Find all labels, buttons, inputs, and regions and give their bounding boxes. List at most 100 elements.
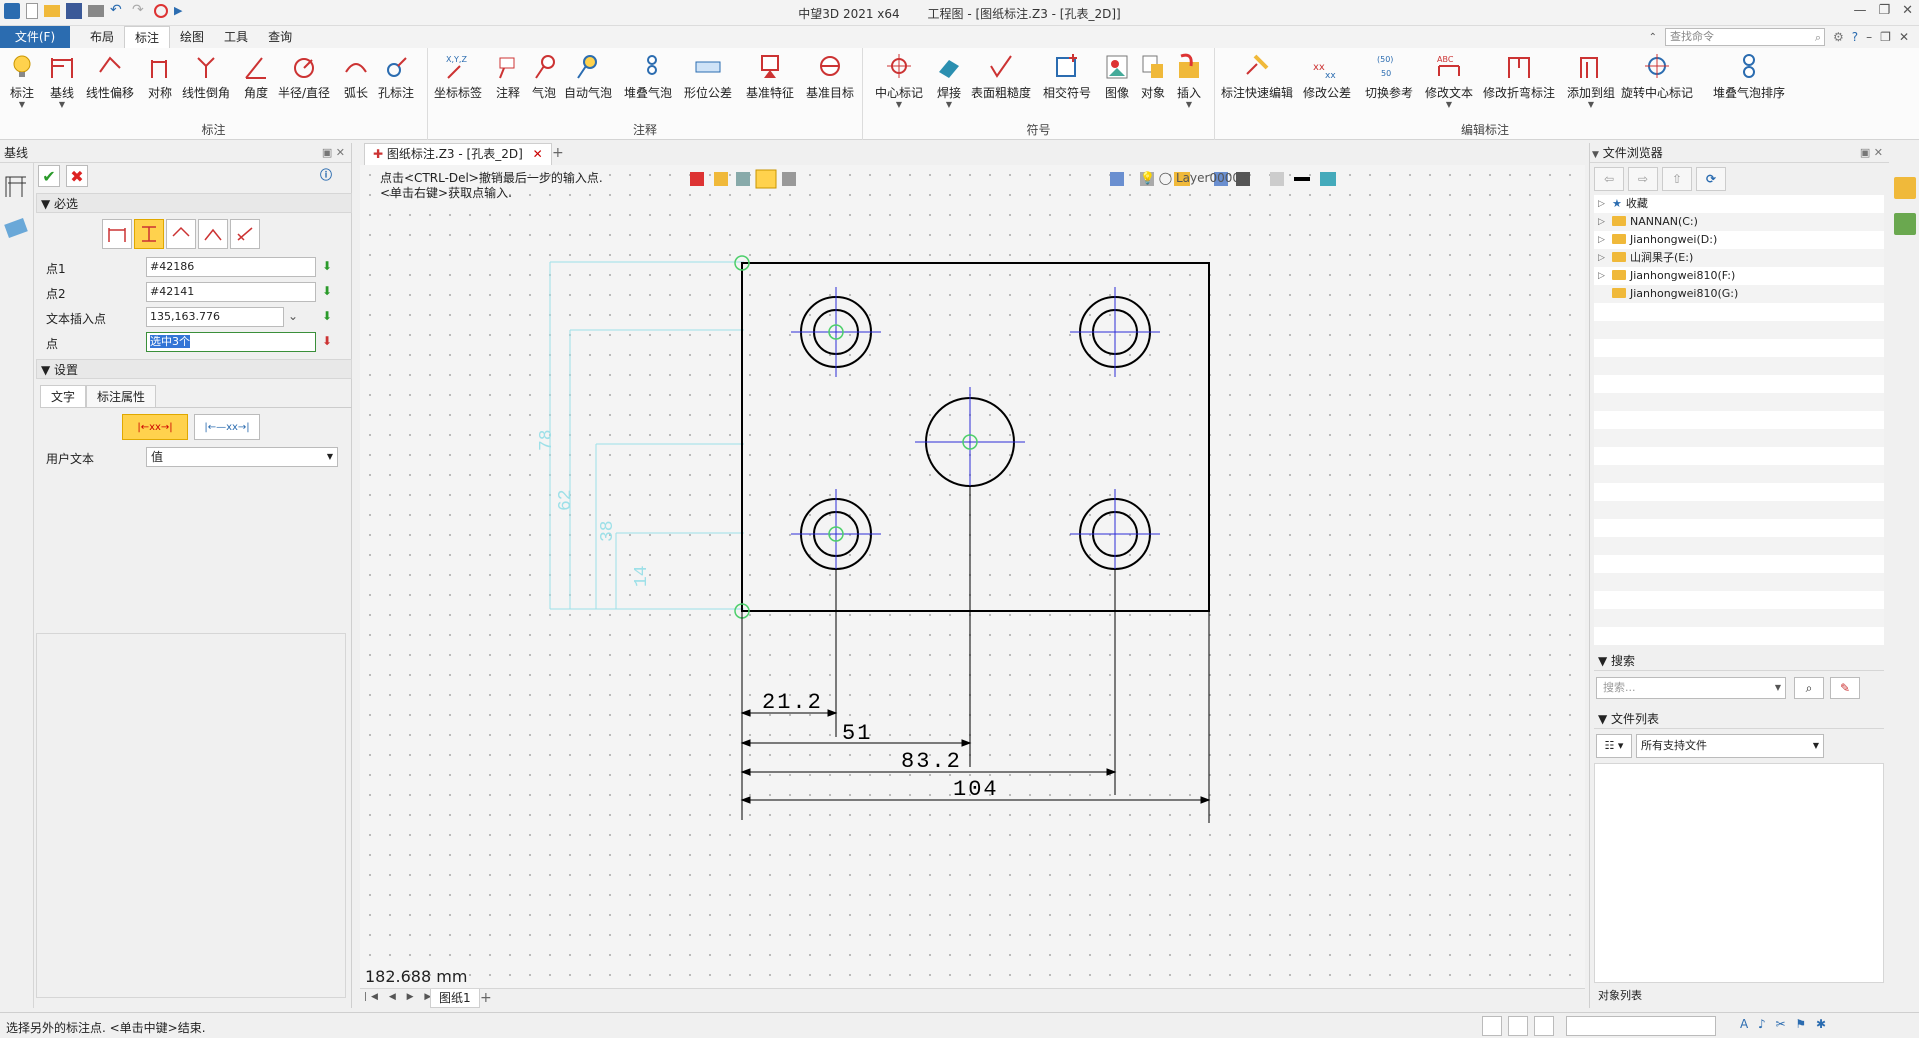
expand-icon[interactable]: ▷ [1598, 249, 1605, 267]
collapse-icon[interactable]: ▼ [1592, 150, 1599, 160]
stacked-balloon-sort-button[interactable]: 堆叠气泡排序 [1713, 52, 1785, 101]
intersection-symbol-button[interactable]: 相交符号 [1043, 52, 1091, 101]
insert-button[interactable]: 插入 ▼ [1175, 52, 1203, 109]
baseline-button[interactable]: 基线 ▼ [48, 52, 76, 109]
point1-field[interactable]: #42186 [146, 257, 316, 277]
settings-icon[interactable]: ⚙ [1833, 30, 1844, 44]
baseline-mode-icon[interactable] [0, 163, 34, 243]
linear-offset-button[interactable]: 线性偏移 [86, 52, 134, 101]
point-pick-icon[interactable]: ⬇ [322, 334, 332, 348]
ok-button[interactable]: ✔ [38, 165, 60, 187]
forward-button[interactable]: ⇨ [1628, 167, 1658, 191]
tab-annotation[interactable]: 标注 [124, 26, 171, 48]
restore-doc-icon[interactable]: ❐ [1880, 30, 1891, 44]
modify-text-button[interactable]: ABC 修改文本 ▼ [1425, 52, 1473, 109]
rotate-center-mark-button[interactable]: 旋转中心标记 [1621, 52, 1693, 101]
tree-item-drive-e[interactable]: ▷ 山涧果子(E:) [1594, 249, 1884, 267]
add-sheet-icon[interactable]: + [480, 990, 492, 1006]
pin-icon[interactable]: ▣ [1860, 146, 1870, 159]
search-button[interactable]: ⌕ [1794, 677, 1824, 699]
geometric-tolerance-button[interactable]: 形位公差 [684, 52, 732, 101]
close-tab-icon[interactable]: ✕ [533, 147, 543, 161]
text-above-button[interactable]: |←—xx→| [194, 414, 260, 440]
tab-layout[interactable]: 布局 [80, 26, 124, 48]
up-button[interactable]: ⇧ [1662, 167, 1692, 191]
text-insert-field[interactable]: 135,163.776 [146, 307, 284, 327]
object-list-label[interactable]: 对象列表 [1594, 986, 1884, 1006]
search-section-title[interactable]: ▼ 搜索 [1594, 651, 1884, 671]
pin-icon[interactable]: ▣ [322, 146, 332, 159]
command-search-input[interactable]: 查找命令 ⌕ [1665, 28, 1826, 46]
hole-dimension-button[interactable]: 孔标注 [378, 52, 414, 101]
add-to-group-button[interactable]: 添加到组 ▼ [1567, 52, 1615, 109]
center-mark-button[interactable]: 中心标记 ▼ [875, 52, 923, 109]
symmetric-button[interactable]: 对称 [146, 52, 174, 101]
info-icon[interactable]: ⓘ [320, 166, 332, 183]
modify-tolerance-button[interactable]: xx xx 修改公差 [1303, 52, 1351, 101]
expand-icon[interactable]: ▷ [1598, 213, 1605, 231]
sheet-tab[interactable]: 图纸1 [430, 989, 480, 1008]
tree-item-drive-c[interactable]: ▷ NANNAN(C:) [1594, 213, 1884, 231]
file-list[interactable] [1594, 763, 1884, 983]
dim-83-2[interactable]: 83.2 [901, 749, 962, 774]
weld-button[interactable]: 焊接 ▼ [935, 52, 963, 109]
file-menu[interactable]: 文件(F) [0, 26, 70, 48]
close-doc-icon[interactable]: ✕ [1899, 30, 1909, 44]
panel-close-icon[interactable]: ✕ [336, 146, 345, 159]
tab-dimension-properties[interactable]: 标注属性 [86, 385, 157, 407]
arc-length-button[interactable]: 弧长 [342, 52, 370, 101]
note-button[interactable]: 注释 [494, 52, 522, 101]
expand-icon[interactable]: ▷ [1598, 195, 1605, 213]
view-mode-button[interactable]: ☷ ▾ [1596, 734, 1632, 758]
cancel-button[interactable]: ✖ [66, 165, 88, 187]
refresh-button[interactable]: ⟳ [1696, 167, 1726, 191]
minimize-doc-icon[interactable]: – [1866, 30, 1872, 44]
clear-search-button[interactable]: ✎ [1830, 677, 1860, 699]
aligned-baseline-button[interactable] [166, 219, 196, 249]
stacked-balloon-button[interactable]: 堆叠气泡 [624, 52, 672, 101]
user-text-select[interactable]: 值 ▼ [146, 447, 338, 467]
rotated-baseline-button[interactable] [230, 219, 260, 249]
auto-balloon-button[interactable]: 自动气泡 [564, 52, 612, 101]
tree-item-favorites[interactable]: ▷ ★ 收藏 [1594, 195, 1884, 213]
minimize-icon[interactable]: — [1853, 3, 1866, 18]
surface-roughness-button[interactable]: 表面粗糙度 [971, 52, 1031, 101]
file-search-input[interactable]: 搜索... ▼ [1596, 677, 1786, 699]
horizontal-baseline-button[interactable] [102, 219, 132, 249]
back-button[interactable]: ⇦ [1594, 167, 1624, 191]
tree-item-drive-d[interactable]: ▷ Jianhongwei(D:) [1594, 231, 1884, 249]
datum-feature-button[interactable]: 基准特征 [746, 52, 794, 101]
modify-jog-button[interactable]: 修改折弯标注 [1483, 52, 1555, 101]
quick-edit-button[interactable]: 标注快速编辑 [1221, 52, 1293, 101]
help-icon[interactable]: ? [1852, 30, 1858, 44]
dim-51[interactable]: 51 [842, 721, 872, 746]
coordinate-box[interactable] [1566, 1016, 1716, 1036]
filelist-section-title[interactable]: ▼ 文件列表 [1594, 709, 1884, 729]
close-icon[interactable]: ✕ [1902, 3, 1913, 18]
file-type-select[interactable]: 所有支持文件 ▼ [1636, 734, 1824, 758]
screen-icon[interactable] [1508, 1016, 1528, 1036]
dim-104[interactable]: 104 [953, 777, 999, 802]
balloon-button[interactable]: 气泡 [530, 52, 558, 101]
datum-target-button[interactable]: 基准目标 [806, 52, 854, 101]
linear-chamfer-button[interactable]: 线性倒角 [182, 52, 230, 101]
dropdown-arrow-icon[interactable]: ▼ [1775, 678, 1781, 698]
point2-field[interactable]: #42141 [146, 282, 316, 302]
expand-icon[interactable]: ▷ [1598, 267, 1605, 285]
angle-button[interactable]: 角度 [242, 52, 270, 101]
tree-item-drive-f[interactable]: ▷ Jianhongwei810(F:) [1594, 267, 1884, 285]
point-field[interactable]: 选中3个 [146, 332, 316, 352]
dimension-button[interactable]: 标注 ▼ [8, 52, 36, 109]
radius-diameter-button[interactable]: 半径/直径 [278, 52, 330, 101]
document-tab[interactable]: ✚ 图纸标注.Z3 - [孔表_2D] ✕ [364, 143, 552, 165]
tab-drawing[interactable]: 绘图 [170, 26, 214, 48]
tab-tools[interactable]: 工具 [214, 26, 258, 48]
restore-icon[interactable]: ❐ [1878, 3, 1890, 18]
tab-text[interactable]: 文字 [40, 385, 87, 407]
add-tab-icon[interactable]: + [552, 145, 564, 161]
vertical-baseline-button[interactable] [134, 219, 164, 249]
coordinate-label-button[interactable]: X,Y,Z 坐标标签 [434, 52, 482, 101]
folder-panel-icon[interactable] [1893, 177, 1916, 199]
text-insert-pick-icon[interactable]: ⬇ [322, 309, 332, 323]
required-section-title[interactable]: ▼ 必选 [36, 193, 352, 213]
